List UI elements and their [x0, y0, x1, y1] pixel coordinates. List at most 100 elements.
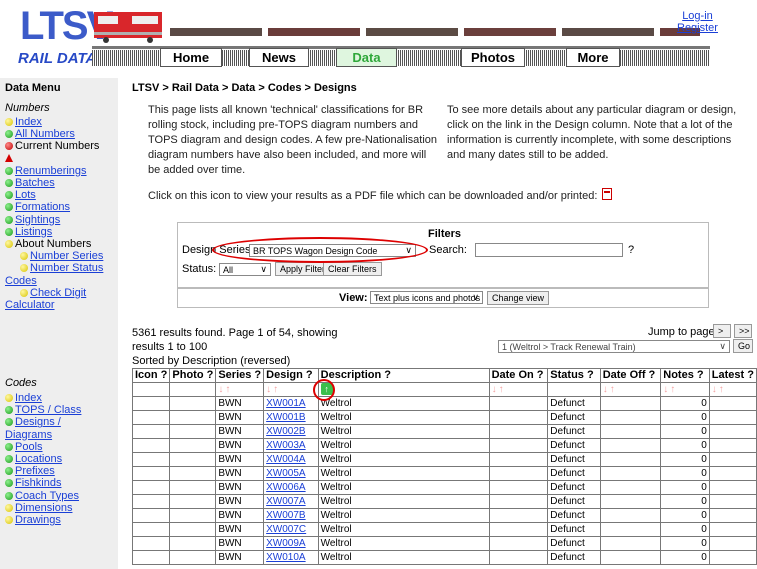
sidebar-item-label[interactable]: Diagrams: [5, 429, 52, 441]
design-cell[interactable]: XW002B: [263, 424, 319, 439]
design-link[interactable]: XW004A: [266, 454, 305, 465]
sidebar-item-label[interactable]: Number Status: [30, 262, 103, 274]
design-cell[interactable]: XW010A: [263, 550, 319, 565]
sidebar-item-numbers-renumberings[interactable]: Renumberings: [5, 165, 87, 178]
design-cell[interactable]: XW009A: [263, 536, 319, 551]
design-link[interactable]: XW001B: [266, 412, 305, 423]
design-cell[interactable]: XW004A: [263, 452, 319, 467]
design-cell[interactable]: XW007C: [263, 522, 319, 537]
sidebar-item-label[interactable]: Drawings: [15, 514, 61, 526]
design-link[interactable]: XW002B: [266, 426, 305, 437]
sidebar-item-codes-index[interactable]: Index: [5, 392, 42, 405]
column-header-icon[interactable]: Icon ?: [131, 368, 171, 383]
design-link[interactable]: XW003A: [266, 440, 305, 451]
next-page-button[interactable]: >: [713, 324, 731, 338]
sidebar-item-label[interactable]: All Numbers: [15, 128, 75, 140]
sidebar-item-codes-designs[interactable]: Designs /: [5, 416, 61, 429]
sidebar-item-numbers-listings[interactable]: Listings: [5, 226, 52, 239]
sidebar-item-codes-coach-types[interactable]: Coach Types: [5, 490, 79, 503]
sidebar-item-label[interactable]: Lots: [15, 189, 36, 201]
sidebar-item-label[interactable]: Formations: [15, 201, 70, 213]
design-cell[interactable]: XW005A: [263, 466, 319, 481]
nav-photos[interactable]: Photos: [461, 48, 525, 67]
sidebar-item-label[interactable]: Index: [15, 392, 42, 404]
sidebar-item-numbers-batches[interactable]: Batches: [5, 177, 55, 190]
sidebar-item-label[interactable]: Codes: [5, 275, 37, 287]
sidebar-item-numbers-check-digit[interactable]: Check Digit: [20, 287, 86, 300]
column-header-photo[interactable]: Photo ?: [169, 368, 217, 383]
pdf-icon[interactable]: [602, 188, 613, 200]
design-cell[interactable]: XW001B: [263, 410, 319, 425]
column-header-date-on[interactable]: Date On ?: [488, 368, 549, 383]
sidebar-item-codes-diagrams[interactable]: Diagrams: [5, 429, 52, 442]
sidebar-item-numbers-number-status[interactable]: Number Status: [20, 262, 103, 275]
sidebar-item-label[interactable]: Locations: [15, 453, 62, 465]
column-header-latest[interactable]: Latest ?: [708, 368, 757, 383]
sort-arrows-icon[interactable]: ↓↑: [663, 384, 677, 395]
column-header-description[interactable]: Description ?: [317, 368, 490, 383]
register-link[interactable]: Register: [677, 22, 718, 34]
site-name[interactable]: RAIL DATA: [18, 50, 96, 67]
search-help-icon[interactable]: ?: [628, 244, 634, 256]
sidebar-item-codes-prefixes[interactable]: Prefixes: [5, 465, 55, 478]
sidebar-item-label[interactable]: Renumberings: [15, 165, 87, 177]
clear-filters-button[interactable]: Clear Filters: [323, 262, 382, 276]
sidebar-item-label[interactable]: Listings: [15, 226, 52, 238]
design-link[interactable]: XW005A: [266, 468, 305, 479]
nav-data[interactable]: Data: [336, 48, 397, 67]
nav-more[interactable]: More: [566, 48, 620, 67]
last-page-button[interactable]: >>: [734, 324, 752, 338]
sidebar-item-numbers-formations[interactable]: Formations: [5, 201, 70, 214]
change-view-button[interactable]: Change view: [487, 291, 550, 305]
column-header-notes[interactable]: Notes ?: [660, 368, 710, 383]
sidebar-item-label[interactable]: Batches: [15, 177, 55, 189]
design-cell[interactable]: XW006A: [263, 480, 319, 495]
sidebar-item-codes-drawings[interactable]: Drawings: [5, 514, 61, 527]
jump-page-select[interactable]: 1 (Weltrol > Track Renewal Train): [498, 340, 730, 353]
sidebar-item-label[interactable]: Pools: [15, 441, 43, 453]
view-select[interactable]: Text plus icons and photos: [370, 291, 483, 304]
design-cell[interactable]: XW007A: [263, 494, 319, 509]
design-link[interactable]: XW010A: [266, 552, 305, 563]
design-link[interactable]: XW001A: [266, 398, 305, 409]
design-cell[interactable]: XW001A: [263, 396, 319, 411]
sidebar-item-codes-dimensions[interactable]: Dimensions: [5, 502, 72, 515]
sidebar-item-numbers-calculator[interactable]: Calculator: [5, 299, 55, 312]
design-link[interactable]: XW007B: [266, 510, 305, 521]
sort-arrows-icon[interactable]: ↓↑: [712, 384, 726, 395]
nav-news[interactable]: News: [249, 48, 309, 67]
login-link[interactable]: Log-in: [677, 10, 718, 22]
sidebar-item-numbers-index[interactable]: Index: [5, 116, 42, 129]
sidebar-item-numbers-all-numbers[interactable]: All Numbers: [5, 128, 75, 141]
sidebar-item-label[interactable]: Dimensions: [15, 502, 72, 514]
design-cell[interactable]: XW003A: [263, 438, 319, 453]
sidebar-item-label[interactable]: TOPS / Class: [15, 404, 81, 416]
design-link[interactable]: XW009A: [266, 538, 305, 549]
status-select[interactable]: All: [219, 263, 271, 276]
sidebar-item-numbers-codes[interactable]: Codes: [5, 275, 37, 288]
sort-arrows-icon[interactable]: ↓↑: [492, 384, 506, 395]
design-link[interactable]: XW007A: [266, 496, 305, 507]
sidebar-item-codes-pools[interactable]: Pools: [5, 441, 43, 454]
sidebar-item-numbers-lots[interactable]: Lots: [5, 189, 36, 202]
sidebar-item-numbers-number-series[interactable]: Number Series: [20, 250, 103, 263]
search-input[interactable]: [475, 243, 623, 257]
sidebar-item-label[interactable]: Sightings: [15, 214, 60, 226]
sidebar-item-codes-tops-class[interactable]: TOPS / Class: [5, 404, 81, 417]
sidebar-item-codes-fishkinds[interactable]: Fishkinds: [5, 477, 61, 490]
sort-arrows-icon[interactable]: ↓↑: [266, 384, 280, 395]
column-header-design[interactable]: Design ?: [263, 368, 319, 383]
sidebar-item-label[interactable]: Number Series: [30, 250, 103, 262]
sidebar-item-label[interactable]: Fishkinds: [15, 477, 61, 489]
sidebar-item-label[interactable]: Coach Types: [15, 490, 79, 502]
sidebar-item-label[interactable]: Check Digit: [30, 287, 86, 299]
sidebar-item-label[interactable]: Prefixes: [15, 465, 55, 477]
sidebar-item-label[interactable]: Index: [15, 116, 42, 128]
sort-arrows-icon[interactable]: ↓↑: [603, 384, 617, 395]
sort-arrows-icon[interactable]: ↓↑: [218, 384, 232, 395]
nav-home[interactable]: Home: [160, 48, 222, 67]
column-header-date-off[interactable]: Date Off ?: [599, 368, 662, 383]
design-link[interactable]: XW006A: [266, 482, 305, 493]
column-header-status[interactable]: Status ?: [547, 368, 601, 383]
go-button[interactable]: Go: [733, 339, 753, 353]
